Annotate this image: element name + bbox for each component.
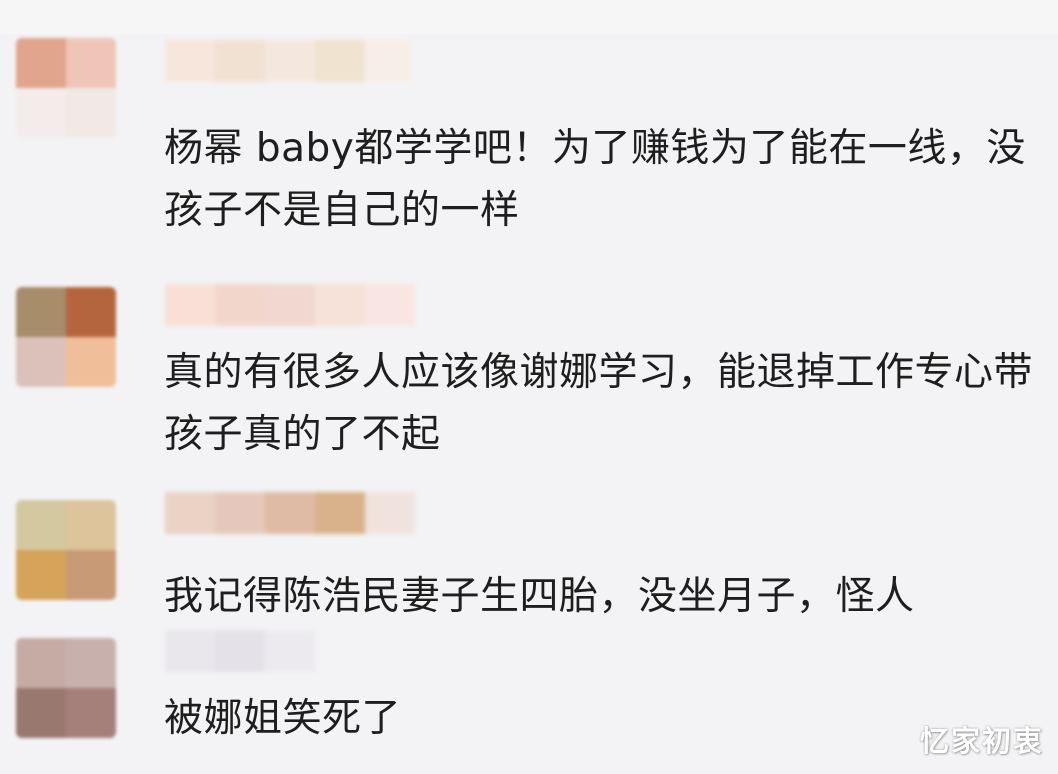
avatar-cell <box>66 550 116 600</box>
username-block <box>165 284 215 326</box>
avatar-cell <box>16 88 66 138</box>
username-blurred[interactable] <box>165 630 315 672</box>
username-blurred[interactable] <box>165 492 415 534</box>
username-block <box>165 630 215 672</box>
username-block <box>365 40 411 82</box>
avatar-cell <box>16 688 66 738</box>
username-block <box>315 284 365 326</box>
username-block <box>215 492 265 534</box>
username-block <box>265 40 315 82</box>
avatar[interactable] <box>16 638 116 738</box>
username-block <box>215 40 265 82</box>
avatar-cell <box>66 38 116 88</box>
avatar-cell <box>16 638 66 688</box>
comment-screenshot: 杨幂 baby都学学吧！为了赚钱为了能在一线，没孩子不是自己的一样 真的有很多人… <box>0 0 1058 774</box>
username-block <box>165 492 215 534</box>
username-block <box>315 492 365 534</box>
username-block <box>165 40 215 82</box>
username-blurred[interactable] <box>165 284 415 326</box>
username-block <box>315 40 365 82</box>
comment-text: 真的有很多人应该像谢娜学习，能退掉工作专心带孩子真的了不起 <box>164 350 1034 457</box>
avatar[interactable] <box>16 38 116 138</box>
comment-text: 被娜姐笑死了 <box>164 696 402 741</box>
avatar-cell <box>66 88 116 138</box>
avatar-cell <box>66 638 116 688</box>
avatar-cell <box>16 337 66 387</box>
watermark: 忆家初衷 <box>919 724 1044 758</box>
avatar-cell <box>16 38 66 88</box>
username-block <box>265 492 315 534</box>
username-block <box>365 284 415 326</box>
avatar-cell <box>66 688 116 738</box>
username-block <box>215 630 265 672</box>
avatar[interactable] <box>16 500 116 600</box>
avatar-cell <box>66 500 116 550</box>
avatar-cell <box>16 550 66 600</box>
username-block <box>265 630 315 672</box>
comment-text: 杨幂 baby都学学吧！为了赚钱为了能在一线，没孩子不是自己的一样 <box>164 126 1026 233</box>
username-block <box>215 284 265 326</box>
avatar-cell <box>66 337 116 387</box>
avatar[interactable] <box>16 287 116 387</box>
avatar-cell <box>16 500 66 550</box>
top-strip <box>0 0 1058 34</box>
avatar-cell <box>16 287 66 337</box>
username-block <box>365 492 415 534</box>
comment-text: 我记得陈浩民妻子生四胎，没坐月子，怪人 <box>164 574 915 619</box>
username-block <box>265 284 315 326</box>
avatar-cell <box>66 287 116 337</box>
username-blurred[interactable] <box>165 40 411 82</box>
